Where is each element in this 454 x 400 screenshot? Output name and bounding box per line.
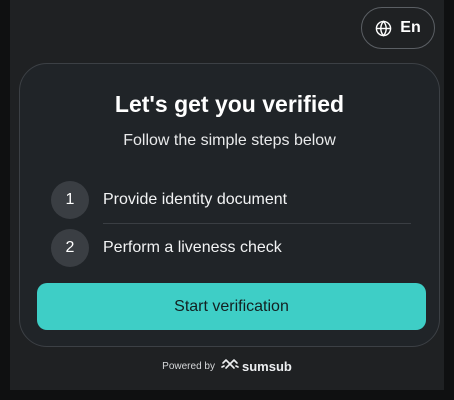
step-label: Provide identity document bbox=[103, 191, 288, 208]
globe-icon bbox=[375, 19, 392, 37]
verification-card: Let's get you verified Follow the simple… bbox=[19, 63, 440, 347]
step-number-badge: 2 bbox=[51, 229, 89, 267]
powered-by-label: Powered by bbox=[162, 360, 215, 372]
step-number-badge: 1 bbox=[51, 181, 89, 219]
step-item: 1 Provide identity document bbox=[51, 181, 287, 219]
step-divider bbox=[103, 223, 411, 224]
card-subtitle: Follow the simple steps below bbox=[123, 132, 336, 149]
language-label: En bbox=[400, 19, 421, 36]
powered-by-footer: Powered by sumsub bbox=[0, 357, 454, 375]
sumsub-brand-link[interactable]: sumsub bbox=[221, 357, 292, 375]
card-title: Let's get you verified bbox=[114, 91, 345, 117]
start-verification-button[interactable]: Start verification bbox=[37, 283, 426, 330]
sumsub-logo-icon bbox=[221, 357, 239, 375]
language-selector-button[interactable]: En bbox=[361, 7, 435, 49]
step-label: Perform a liveness check bbox=[103, 239, 282, 256]
sumsub-brand-name: sumsub bbox=[241, 358, 292, 374]
step-item: 2 Perform a liveness check bbox=[51, 229, 282, 267]
